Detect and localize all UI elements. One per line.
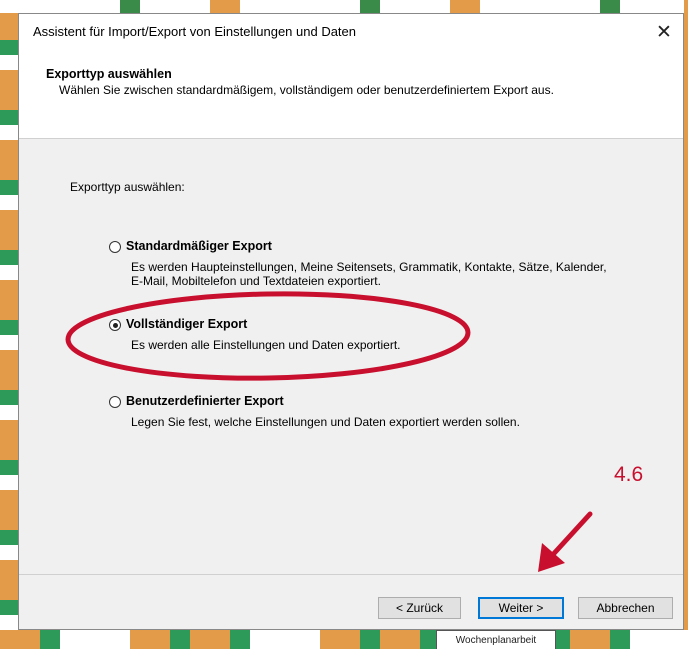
option-title[interactable]: Vollständiger Export bbox=[126, 317, 247, 331]
header-description: Wählen Sie zwischen standardmäßigem, vol… bbox=[59, 83, 554, 97]
background-stripe-bottom bbox=[0, 630, 688, 649]
background-stripe-left bbox=[0, 0, 18, 649]
title-bar: Assistent für Import/Export von Einstell… bbox=[19, 14, 683, 50]
cancel-button[interactable]: Abbrechen bbox=[578, 597, 673, 619]
close-button[interactable]: ✕ bbox=[645, 14, 683, 50]
option-description: Legen Sie fest, welche Einstellungen und… bbox=[131, 415, 520, 429]
export-wizard-dialog: Assistent für Import/Export von Einstell… bbox=[18, 13, 684, 630]
footer-divider bbox=[19, 574, 683, 575]
background-stripe-right bbox=[684, 0, 688, 649]
option-title[interactable]: Standardmäßiger Export bbox=[126, 239, 272, 253]
radio-custom-export[interactable] bbox=[109, 396, 121, 408]
option-title[interactable]: Benutzerdefinierter Export bbox=[126, 394, 284, 408]
back-button[interactable]: < Zurück bbox=[378, 597, 461, 619]
section-label: Exporttyp auswählen: bbox=[70, 180, 185, 194]
background-stripe-top bbox=[0, 0, 688, 13]
dialog-title: Assistent für Import/Export von Einstell… bbox=[33, 24, 357, 39]
step-number-label: 4.6 bbox=[614, 463, 644, 486]
option-description: Es werden alle Einstellungen und Daten e… bbox=[131, 338, 401, 352]
background-label: Wochenplanarbeit bbox=[436, 630, 556, 649]
option-description: Es werden Haupteinstellungen, Meine Seit… bbox=[131, 260, 607, 288]
close-icon: ✕ bbox=[656, 21, 672, 43]
radio-standard-export[interactable] bbox=[109, 241, 121, 253]
radio-full-export[interactable] bbox=[109, 319, 121, 331]
header-panel: Exporttyp auswählen Wählen Sie zwischen … bbox=[19, 50, 683, 139]
next-button[interactable]: Weiter > bbox=[478, 597, 564, 619]
header-title: Exporttyp auswählen bbox=[46, 67, 172, 81]
